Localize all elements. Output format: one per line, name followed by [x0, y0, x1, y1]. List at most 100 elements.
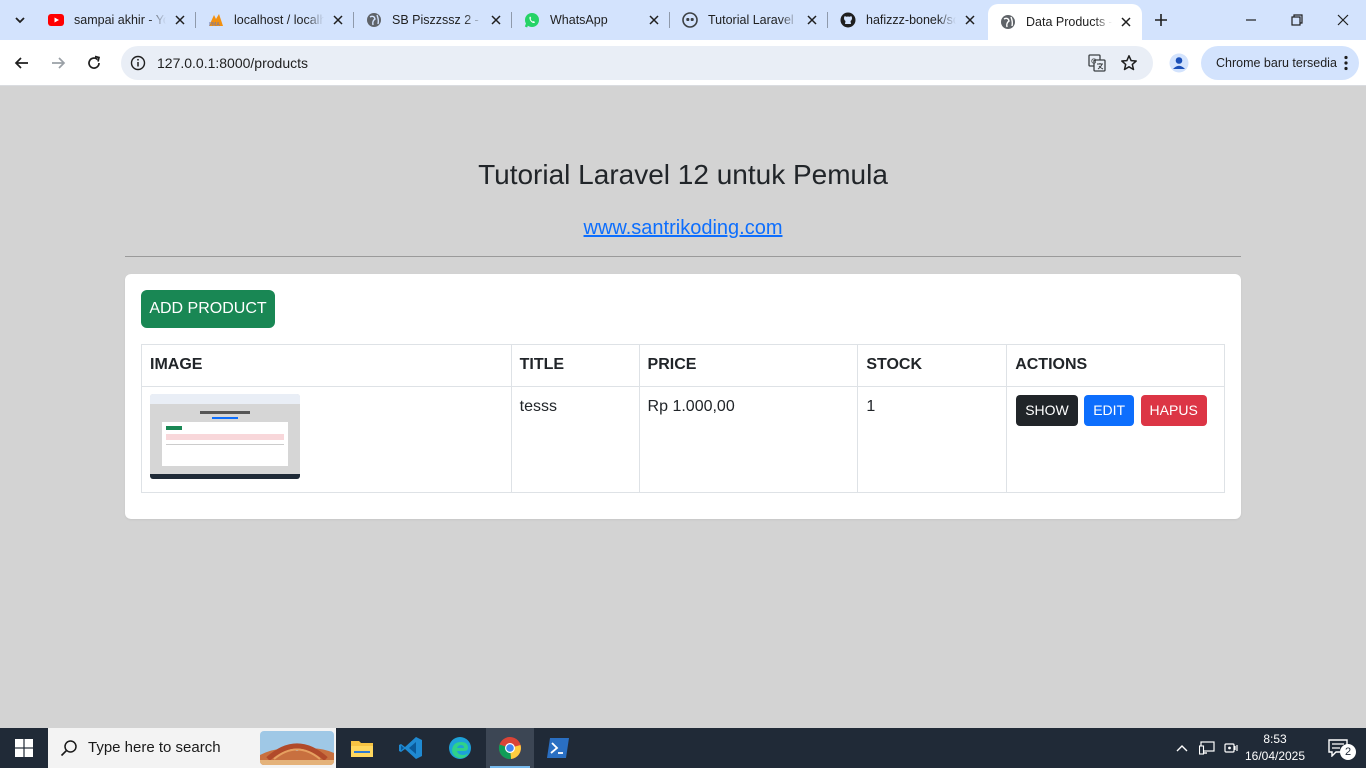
vscode-icon: [399, 737, 422, 759]
close-icon[interactable]: [488, 12, 504, 28]
edge-icon: [449, 737, 471, 759]
profile-avatar-icon: [1169, 53, 1189, 73]
browser-tab-active[interactable]: Data Products -: [988, 4, 1142, 40]
chevron-down-icon: [15, 17, 25, 24]
taskbar-powershell[interactable]: [534, 728, 582, 768]
site-info-icon[interactable]: [129, 54, 147, 72]
browser-tab[interactable]: hafizzz-bonek/sc: [828, 0, 986, 40]
browser-toolbar: 127.0.0.1:8000/products G Chrome baru te…: [0, 40, 1366, 86]
star-icon[interactable]: [1119, 53, 1139, 73]
tab-label: localhost / localh: [234, 13, 324, 27]
svg-text:G: G: [1091, 58, 1096, 66]
close-icon[interactable]: [330, 12, 346, 28]
browser-tab[interactable]: sampai akhir - Yo: [36, 0, 196, 40]
youtube-icon: [48, 12, 64, 28]
close-window-button[interactable]: [1320, 0, 1366, 40]
network-tray-icon[interactable]: [1196, 728, 1218, 768]
browser-tab[interactable]: PMA localhost / localh: [196, 0, 354, 40]
product-stock: 1: [857, 386, 1008, 493]
reload-button[interactable]: [80, 49, 108, 77]
globe-icon: [366, 12, 382, 28]
taskbar-file-explorer[interactable]: [338, 728, 386, 768]
taskbar-edge[interactable]: [436, 728, 484, 768]
close-icon[interactable]: [172, 12, 188, 28]
new-tab-button[interactable]: [1150, 9, 1172, 31]
start-button[interactable]: [0, 728, 48, 768]
column-header-stock: STOCK: [857, 344, 1008, 387]
product-image-cell: [141, 386, 512, 493]
browser-tab-strip: sampai akhir - Yo PMA localhost / localh…: [0, 0, 1366, 40]
browser-tab[interactable]: WhatsApp: [512, 0, 670, 40]
taskbar-search-box[interactable]: Type here to search: [48, 728, 336, 768]
svg-text:PMA: PMA: [209, 22, 220, 27]
column-header-image: IMAGE: [141, 344, 512, 387]
minimize-icon: [1246, 19, 1256, 21]
add-product-button[interactable]: ADD PRODUCT: [141, 290, 275, 328]
clock-time: 8:53: [1263, 732, 1287, 746]
action-center-button[interactable]: 2: [1318, 728, 1358, 768]
close-icon: [1337, 14, 1349, 26]
tab-label: Tutorial Laravel: [708, 13, 794, 27]
url-text[interactable]: 127.0.0.1:8000/products: [157, 46, 308, 80]
profile-button[interactable]: [1166, 50, 1192, 76]
back-button[interactable]: [8, 49, 36, 77]
products-card: ADD PRODUCT IMAGE TITLE PRICE STOCK ACTI…: [125, 274, 1241, 519]
chrome-update-button[interactable]: Chrome baru tersedia: [1201, 46, 1359, 80]
arrow-left-icon: [14, 57, 28, 69]
network-icon: [1199, 741, 1215, 755]
taskbar-clock[interactable]: 8:53 16/04/2025: [1240, 728, 1310, 768]
forward-button[interactable]: [44, 49, 72, 77]
translate-icon[interactable]: G: [1087, 53, 1107, 73]
column-header-price: PRICE: [638, 344, 859, 387]
product-actions: SHOW EDIT HAPUS: [1006, 386, 1225, 493]
product-title: tesss: [510, 386, 640, 493]
site-link-wrapper: www.santrikoding.com: [0, 217, 1366, 240]
tab-label: SB Piszzssz 2 - B: [392, 13, 482, 27]
more-vert-icon[interactable]: [1343, 55, 1349, 71]
search-placeholder: Type here to search: [88, 739, 221, 756]
chevron-up-icon: [1176, 745, 1188, 752]
page-content: Tutorial Laravel 12 untuk Pemula www.san…: [0, 87, 1366, 728]
powershell-icon: [547, 738, 569, 758]
chrome-icon: [498, 737, 521, 760]
tab-label: Data Products -: [1026, 15, 1112, 29]
folder-icon: [351, 741, 373, 757]
notification-count-badge: 2: [1340, 744, 1356, 760]
close-icon[interactable]: [1118, 14, 1134, 30]
show-hidden-icons-button[interactable]: [1172, 728, 1192, 768]
minimize-button[interactable]: [1228, 0, 1274, 40]
tab-label: WhatsApp: [550, 13, 608, 27]
site-link[interactable]: www.santrikoding.com: [584, 217, 783, 239]
taskbar-vscode[interactable]: [387, 728, 435, 768]
product-price: Rp 1.000,00: [638, 386, 859, 493]
close-icon[interactable]: [646, 12, 662, 28]
taskbar: Type here to search 8:53 16/04/2025 2: [0, 728, 1366, 768]
taskbar-chrome[interactable]: [486, 728, 534, 768]
address-bar[interactable]: 127.0.0.1:8000/products G: [121, 46, 1153, 80]
speaker-icon: [1224, 743, 1238, 753]
products-table: IMAGE TITLE PRICE STOCK ACTIONS tesss Rp…: [141, 344, 1225, 493]
volume-tray-icon[interactable]: [1220, 728, 1242, 768]
tab-search-button[interactable]: [8, 8, 32, 32]
plus-icon: [1155, 14, 1167, 26]
search-icon: [60, 740, 77, 757]
show-button[interactable]: SHOW: [1016, 395, 1078, 426]
update-label: Chrome baru tersedia: [1216, 56, 1337, 70]
globe-icon: [1000, 14, 1016, 30]
windows-logo-icon: [15, 739, 33, 757]
browser-tab[interactable]: SB Piszzssz 2 - B: [354, 0, 512, 40]
search-highlight-image: [260, 731, 334, 765]
close-icon[interactable]: [962, 12, 978, 28]
restore-button[interactable]: [1274, 0, 1320, 40]
reload-icon: [88, 55, 101, 69]
column-header-actions: ACTIONS: [1006, 344, 1225, 387]
delete-button[interactable]: HAPUS: [1140, 395, 1207, 426]
tab-label: sampai akhir - Yo: [74, 13, 166, 27]
arrow-right-icon: [52, 57, 66, 69]
copilot-icon: [682, 12, 698, 28]
whatsapp-icon: [524, 12, 540, 28]
tab-label: hafizzz-bonek/sc: [866, 13, 956, 27]
browser-tab[interactable]: Tutorial Laravel: [670, 0, 828, 40]
edit-button[interactable]: EDIT: [1084, 395, 1135, 426]
close-icon[interactable]: [804, 12, 820, 28]
